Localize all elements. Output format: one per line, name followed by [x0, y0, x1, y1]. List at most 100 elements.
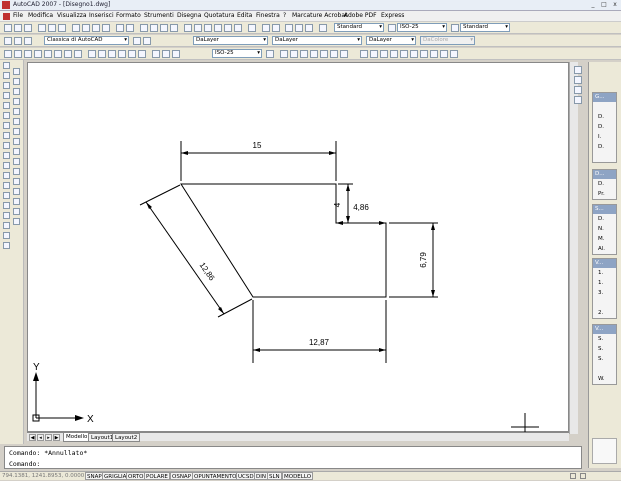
dim-edit-icon[interactable] — [152, 50, 160, 58]
preview-icon[interactable] — [48, 24, 56, 32]
menu-strumenti[interactable]: Strumenti — [144, 12, 174, 19]
vertical-scrollbar[interactable] — [569, 62, 578, 434]
design-center-icon[interactable] — [194, 24, 202, 32]
dim-baseline-icon[interactable] — [98, 50, 106, 58]
view-icon-2[interactable] — [370, 50, 378, 58]
close-button[interactable]: x — [610, 1, 620, 9]
mini-icon-3[interactable] — [574, 86, 582, 94]
palette-item[interactable]: N. — [593, 224, 616, 234]
extend-icon[interactable] — [13, 168, 20, 175]
palette-item[interactable]: 3. — [593, 288, 616, 298]
grid-toggle[interactable]: GRIGLIA — [102, 472, 129, 480]
palette-item[interactable]: Pr. — [593, 189, 616, 199]
layer-select[interactable]: DaLayer — [193, 36, 268, 45]
express-icon-4[interactable] — [319, 24, 327, 32]
view-icon-1[interactable] — [360, 50, 368, 58]
command-prompt[interactable]: Comando: — [9, 460, 40, 468]
line-icon[interactable] — [3, 62, 10, 69]
menu-marcature-acrobat[interactable]: Marcature Acrobat — [292, 12, 347, 19]
redo-icon[interactable] — [126, 24, 134, 32]
array-icon[interactable] — [13, 108, 20, 115]
tab-next-button[interactable]: ▸ — [45, 434, 52, 441]
palette-item[interactable] — [593, 152, 616, 162]
view-icon-7[interactable] — [420, 50, 428, 58]
osnap-toggle[interactable]: OSNAP — [170, 472, 194, 480]
autocad-logo-icon[interactable] — [2, 1, 10, 9]
palette-group-1[interactable]: G... D. D. I. D. — [592, 92, 617, 163]
tab-layout2[interactable]: Layout2 — [112, 433, 141, 442]
menu-quotatura[interactable]: Quotatura — [204, 12, 235, 19]
palette-item[interactable]: I. — [593, 132, 616, 142]
palette-item[interactable]: S. — [593, 334, 616, 344]
palette-header[interactable]: V... — [593, 259, 616, 268]
workspace-settings-icon[interactable] — [133, 37, 141, 45]
layer-state-icon[interactable] — [143, 37, 151, 45]
mini-icon-1[interactable] — [574, 66, 582, 74]
text-style-select[interactable]: Standard — [334, 23, 384, 32]
zoom-window-icon[interactable] — [160, 24, 168, 32]
gradient-icon[interactable] — [3, 212, 10, 219]
dim-style-select[interactable]: ISO-25 — [397, 23, 447, 32]
palette-item[interactable]: D. — [593, 112, 616, 122]
menu-file[interactable]: File — [13, 12, 23, 19]
view-icon-4[interactable] — [390, 50, 398, 58]
express-icon-3[interactable] — [305, 24, 313, 32]
palette-item[interactable]: Al. — [593, 244, 616, 254]
dim-linear-icon[interactable] — [4, 50, 12, 58]
mini-icon-4[interactable] — [574, 96, 582, 104]
quick-dim-icon[interactable] — [88, 50, 96, 58]
model-toggle[interactable]: MODELLO — [282, 472, 314, 480]
polygon-icon[interactable] — [3, 92, 10, 99]
copy-icon[interactable] — [82, 24, 90, 32]
paste-icon[interactable] — [92, 24, 100, 32]
dyn-toggle[interactable]: DIN — [254, 472, 268, 480]
layer-icon[interactable] — [24, 37, 32, 45]
palette-item[interactable]: D. — [593, 122, 616, 132]
view-icon-10[interactable] — [450, 50, 458, 58]
layer-manager-icon[interactable] — [4, 37, 12, 45]
palette-item[interactable]: W. — [593, 374, 616, 384]
publish-icon[interactable] — [58, 24, 66, 32]
scale-icon[interactable] — [13, 138, 20, 145]
help-icon[interactable] — [248, 24, 256, 32]
fillet-icon[interactable] — [13, 208, 20, 215]
zoom-icon-6[interactable] — [330, 50, 338, 58]
menu-express[interactable]: Express — [381, 12, 404, 19]
plotstyle-select[interactable]: DaColore — [420, 36, 475, 45]
express-icon-1[interactable] — [285, 24, 293, 32]
join-icon[interactable] — [13, 188, 20, 195]
palette-item[interactable]: S. — [593, 354, 616, 364]
dim-style-select-2[interactable]: ISO-25 — [212, 49, 262, 58]
palette-header[interactable]: G... — [593, 93, 616, 102]
palette-item[interactable] — [593, 364, 616, 374]
tab-model[interactable]: Modello — [63, 433, 91, 442]
chamfer-icon[interactable] — [13, 198, 20, 205]
dim-continue-icon[interactable] — [108, 50, 116, 58]
plot-icon[interactable] — [38, 24, 46, 32]
palette-group-5[interactable]: V... S. S. S. W. — [592, 324, 617, 385]
open-icon[interactable] — [14, 24, 22, 32]
menu-inserisci[interactable]: Inserisci — [89, 12, 114, 19]
zoom-previous-icon[interactable] — [170, 24, 178, 32]
zoom-icon-1[interactable] — [280, 50, 288, 58]
dim-arc-icon[interactable] — [24, 50, 32, 58]
quickcalc-icon[interactable] — [234, 24, 242, 32]
linetype-select[interactable]: DaLayer — [272, 36, 362, 45]
menu-edita[interactable]: Edita — [237, 12, 252, 19]
make-block-icon[interactable] — [3, 182, 10, 189]
dim-angular-icon[interactable] — [74, 50, 82, 58]
dim-ordinate-icon[interactable] — [34, 50, 42, 58]
view-icon-6[interactable] — [410, 50, 418, 58]
polar-toggle[interactable]: POLARE — [144, 472, 170, 480]
region-icon[interactable] — [3, 222, 10, 229]
palette-group-3[interactable]: S... D. N. M. Al. — [592, 204, 617, 255]
markup-icon[interactable] — [224, 24, 232, 32]
cut-icon[interactable] — [72, 24, 80, 32]
mirror-icon[interactable] — [13, 88, 20, 95]
zoom-icon-4[interactable] — [310, 50, 318, 58]
quick-leader-icon[interactable] — [118, 50, 126, 58]
view-icon-3[interactable] — [380, 50, 388, 58]
copy-object-icon[interactable] — [13, 78, 20, 85]
palette-group-4[interactable]: V... 1. 1. 3. 2. — [592, 258, 617, 319]
polyline-icon[interactable] — [3, 82, 10, 89]
